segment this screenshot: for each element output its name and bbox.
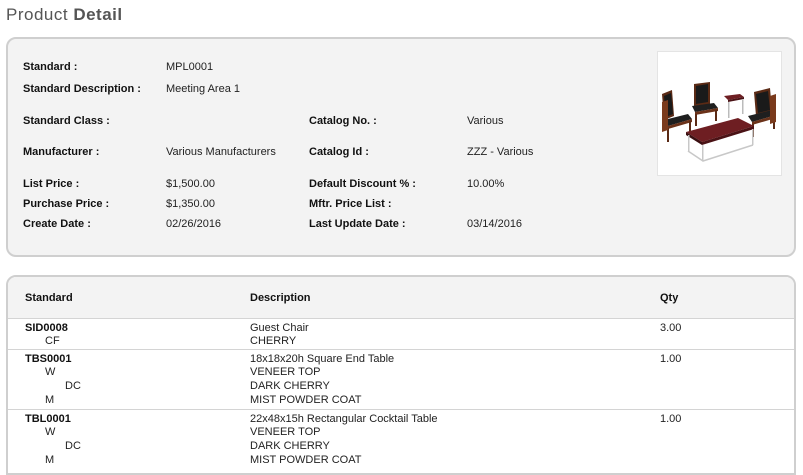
product-image bbox=[657, 51, 782, 176]
manufacturer-label: Manufacturer : bbox=[23, 146, 100, 158]
qty-column-header: Qty bbox=[660, 292, 679, 304]
create-date-value: 02/26/2016 bbox=[166, 218, 222, 230]
row-description: 22x48x15h Rectangular Cocktail Table bbox=[250, 413, 438, 425]
components-table-header: Standard Description Qty bbox=[8, 277, 794, 319]
catalog-id-label: Catalog Id : bbox=[309, 146, 369, 158]
option-description: MIST POWDER COAT bbox=[250, 454, 362, 466]
option-code: W bbox=[45, 366, 56, 378]
standard-description-label: Standard Description : bbox=[23, 83, 141, 95]
option-description: VENEER TOP bbox=[250, 426, 321, 438]
default-discount-value: 10.00% bbox=[467, 178, 505, 190]
title-prefix: Product bbox=[6, 5, 69, 24]
row-qty: 3.00 bbox=[660, 322, 682, 334]
list-price-value: $1,500.00 bbox=[166, 178, 215, 190]
standard-column-header: Standard bbox=[25, 292, 73, 304]
row-description: Guest Chair bbox=[250, 322, 309, 334]
components-panel: Standard Description Qty SID0008 Guest C… bbox=[6, 275, 796, 475]
option-description: DARK CHERRY bbox=[250, 380, 330, 392]
option-code: CF bbox=[45, 335, 60, 347]
row-standard-code: TBL0001 bbox=[25, 413, 71, 425]
row-qty: 1.00 bbox=[660, 413, 682, 425]
option-description: DARK CHERRY bbox=[250, 440, 330, 452]
purchase-price-label: Purchase Price : bbox=[23, 198, 110, 210]
option-code: M bbox=[45, 454, 55, 466]
middle-chair-graphic bbox=[692, 82, 718, 126]
option-description: MIST POWDER COAT bbox=[250, 394, 362, 406]
row-description: 18x18x20h Square End Table bbox=[250, 353, 395, 365]
row-qty: 1.00 bbox=[660, 353, 682, 365]
end-table-graphic bbox=[724, 94, 744, 118]
list-price-label: List Price : bbox=[23, 178, 80, 190]
row-standard-code: SID0008 bbox=[25, 322, 68, 334]
standard-description-value: Meeting Area 1 bbox=[166, 83, 240, 95]
title-strong: Detail bbox=[73, 5, 123, 24]
option-code: DC bbox=[65, 380, 81, 392]
product-detail-panel: Standard : MPL0001 Standard Description … bbox=[6, 37, 796, 257]
standard-value: MPL0001 bbox=[166, 61, 214, 73]
option-code: W bbox=[45, 426, 56, 438]
standard-class-label: Standard Class : bbox=[23, 115, 110, 127]
last-update-date-label: Last Update Date : bbox=[309, 218, 406, 230]
catalog-no-label: Catalog No. : bbox=[309, 115, 377, 127]
option-code: M bbox=[45, 394, 55, 406]
create-date-label: Create Date : bbox=[23, 218, 91, 230]
table-row: TBL0001 22x48x15h Rectangular Cocktail T… bbox=[8, 409, 794, 469]
catalog-no-value: Various bbox=[467, 115, 504, 127]
table-row: TBS0001 18x18x20h Square End Table 1.00 … bbox=[8, 349, 794, 409]
manufacturer-value: Various Manufacturers bbox=[166, 146, 276, 158]
option-description: CHERRY bbox=[250, 335, 297, 347]
meeting-area-furniture-image bbox=[662, 82, 776, 162]
mftr-price-list-label: Mftr. Price List : bbox=[309, 198, 392, 210]
standard-label: Standard : bbox=[23, 61, 78, 73]
page-title: Product Detail bbox=[6, 5, 123, 25]
option-code: DC bbox=[65, 440, 81, 452]
purchase-price-value: $1,350.00 bbox=[166, 198, 215, 210]
default-discount-label: Default Discount % : bbox=[309, 178, 416, 190]
row-standard-code: TBS0001 bbox=[25, 353, 72, 365]
option-description: VENEER TOP bbox=[250, 366, 321, 378]
catalog-id-value: ZZZ - Various bbox=[467, 146, 534, 158]
last-update-date-value: 03/14/2016 bbox=[467, 218, 523, 230]
description-column-header: Description bbox=[250, 292, 311, 304]
table-row: SID0008 Guest Chair 3.00 CF CHERRY bbox=[8, 318, 794, 349]
